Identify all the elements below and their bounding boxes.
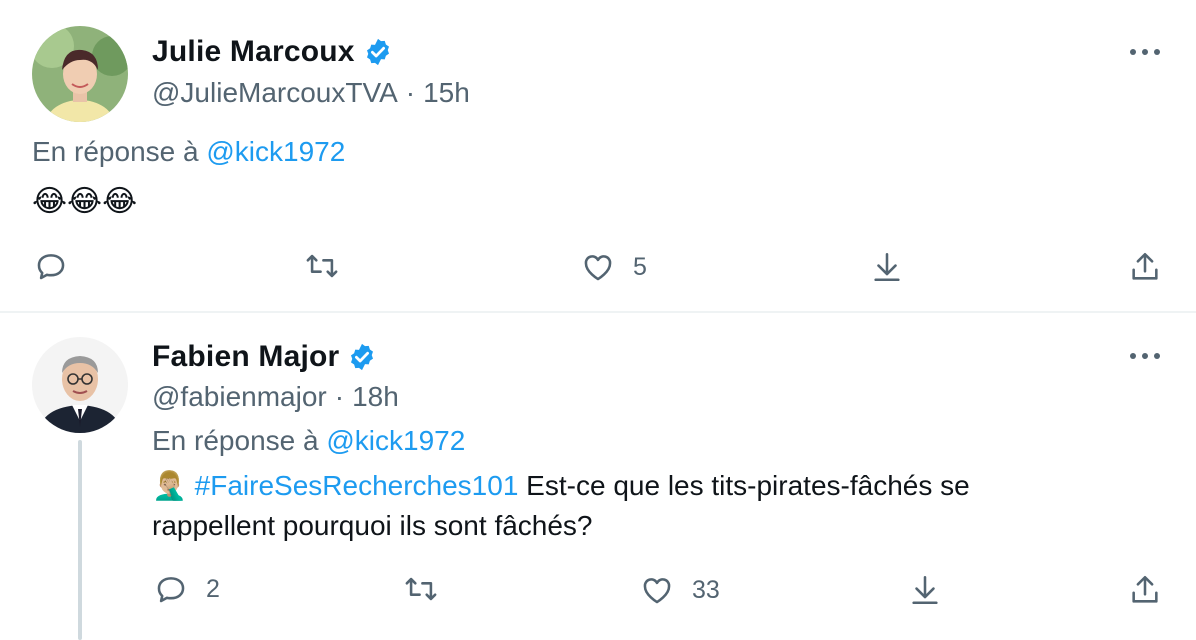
reply-button[interactable]	[34, 248, 86, 284]
reply-prefix: En réponse à	[152, 425, 319, 456]
share-button[interactable]	[1128, 572, 1162, 608]
facepalm-emoji: 🤦🏼‍♂️	[152, 470, 187, 501]
reply-icon	[37, 254, 65, 280]
bookmark-button[interactable]	[870, 249, 904, 285]
reply-button[interactable]: 2	[154, 571, 220, 607]
more-icon[interactable]	[1130, 346, 1160, 366]
like-count: 33	[692, 575, 720, 604]
reply-context: En réponse à @kick1972	[152, 424, 465, 458]
retweet-button[interactable]	[305, 248, 357, 284]
verified-badge-icon	[366, 38, 389, 66]
retweet-button[interactable]	[404, 571, 456, 607]
reply-handle-link[interactable]: @kick1972	[206, 136, 345, 167]
author-name-row[interactable]: Julie Marcoux	[152, 34, 393, 70]
bookmark-button[interactable]	[908, 572, 942, 608]
separator: ·	[405, 77, 416, 108]
timestamp[interactable]: 15h	[423, 77, 470, 108]
tweet-text: 😂😂😂	[32, 185, 138, 218]
download-icon	[874, 252, 900, 282]
like-button[interactable]: 33	[640, 572, 720, 608]
retweet-icon	[405, 577, 437, 601]
tweet[interactable]: Fabien Major @fabienmajor · 18h En réponse…	[0, 313, 1196, 640]
thread-line	[78, 440, 82, 640]
tweet-text-line1: Est-ce que les tits-pirates-fâchés se	[518, 470, 970, 501]
author-name-row[interactable]: Fabien Major	[152, 339, 377, 375]
avatar-julie-icon	[32, 26, 128, 122]
reply-context: En réponse à @kick1972	[32, 135, 345, 169]
share-icon	[1132, 252, 1158, 280]
meta-row: @fabienmajor · 18h	[152, 380, 399, 414]
retweet-icon	[306, 254, 338, 278]
download-icon	[912, 575, 938, 605]
like-button[interactable]: 5	[581, 249, 647, 285]
like-icon	[643, 578, 671, 604]
meta-row: @JulieMarcouxTVA · 15h	[152, 76, 470, 110]
reply-icon	[157, 577, 185, 603]
handle[interactable]: @fabienmajor	[152, 381, 327, 412]
tweet[interactable]: Julie Marcoux @JulieMarcouxTVA · 15h En ré…	[0, 0, 1196, 313]
display-name[interactable]: Julie Marcoux	[152, 35, 355, 69]
more-icon[interactable]	[1130, 42, 1160, 62]
hashtag-link[interactable]: #FaireSesRecherches101	[195, 470, 519, 501]
tweet-text: 🤦🏼‍♂️ #FaireSesRecherches101 Est-ce que …	[152, 466, 970, 546]
handle[interactable]: @JulieMarcouxTVA	[152, 77, 398, 108]
share-icon	[1132, 575, 1158, 603]
separator: ·	[334, 381, 345, 412]
like-count: 5	[633, 252, 647, 281]
reply-prefix: En réponse à	[32, 136, 199, 167]
avatar[interactable]	[32, 26, 128, 122]
verified-badge-icon	[351, 343, 374, 371]
tweet-text-line2: rappellent pourquoi ils sont fâchés?	[152, 510, 593, 541]
display-name[interactable]: Fabien Major	[152, 340, 339, 374]
reply-count: 2	[206, 574, 220, 603]
avatar-fabien-icon	[32, 337, 128, 433]
timestamp[interactable]: 18h	[352, 381, 399, 412]
reply-handle-link[interactable]: @kick1972	[326, 425, 465, 456]
avatar[interactable]	[32, 337, 128, 433]
share-button[interactable]	[1128, 249, 1162, 285]
like-icon	[584, 255, 612, 281]
